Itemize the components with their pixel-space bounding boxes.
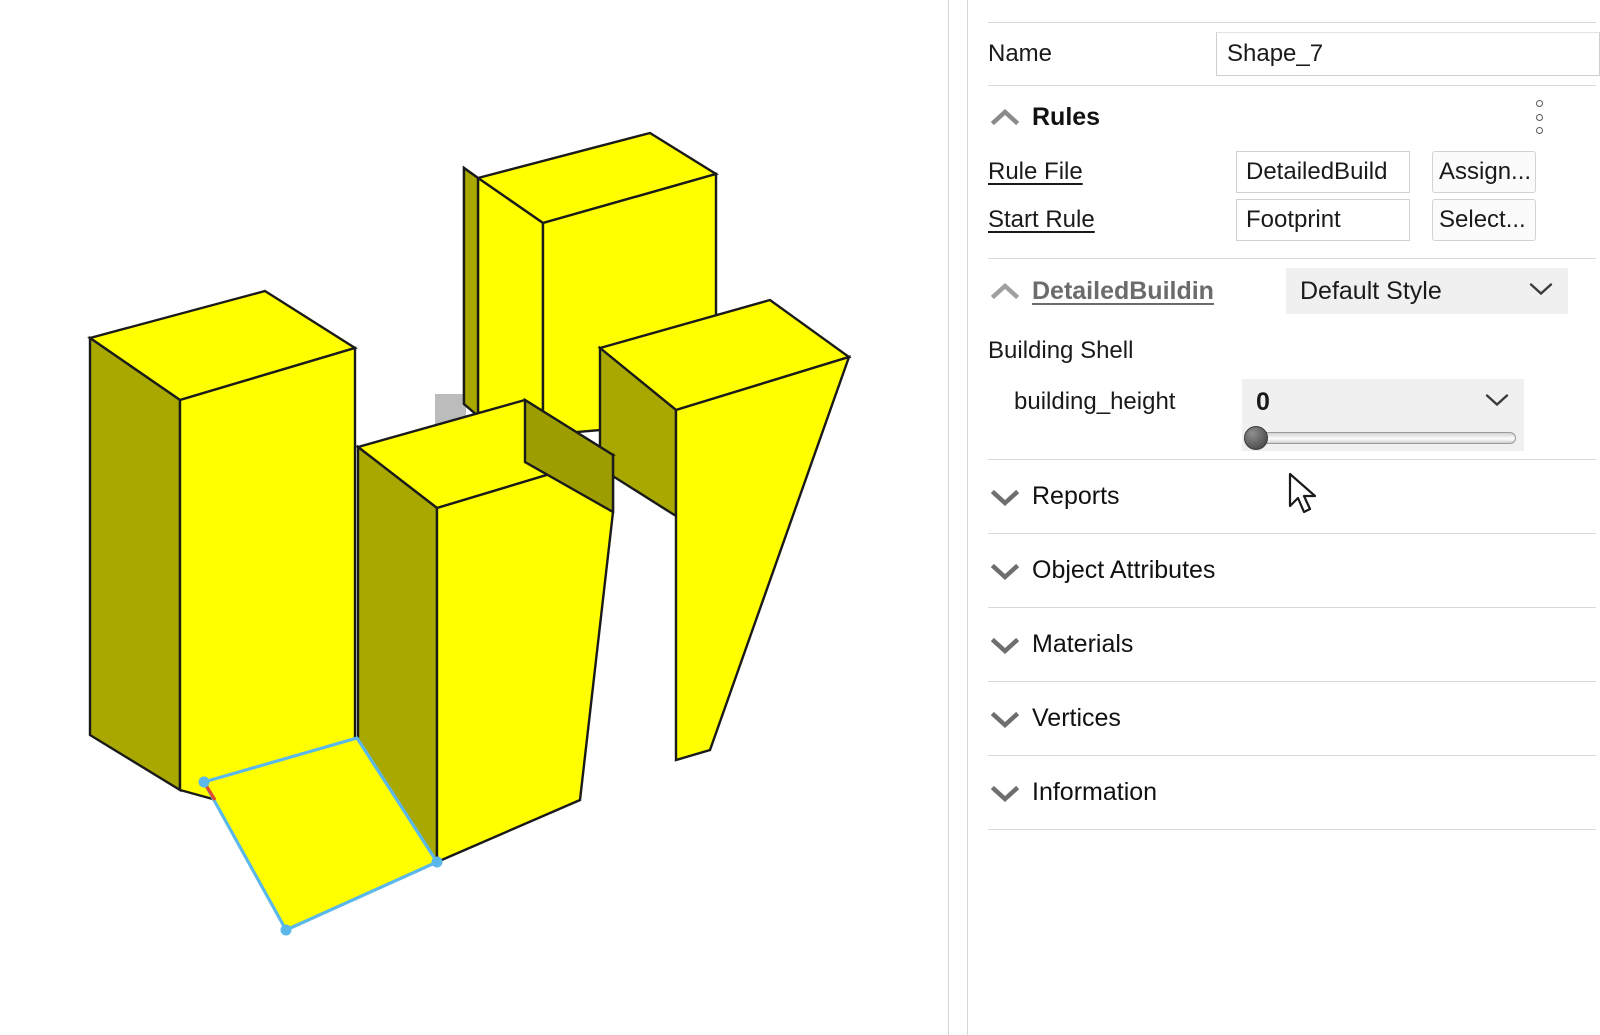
divider: [988, 829, 1596, 830]
slider-thumb[interactable]: [1244, 426, 1268, 450]
building-height-row: building_height 0: [968, 379, 1600, 453]
vertex-handle: [432, 857, 443, 868]
inspector-panel: Name Shape_7 Rules Rule File DetailedBui…: [968, 0, 1600, 1035]
rule-file-value[interactable]: DetailedBuild: [1236, 151, 1410, 193]
chevron-down-icon: [1484, 392, 1510, 413]
left-box-left: [90, 338, 180, 790]
center-block-front: [437, 455, 613, 862]
information-label: Information: [1032, 778, 1157, 807]
building-height-label: building_height: [988, 379, 1242, 425]
rule-file-label[interactable]: Rule File: [988, 158, 1236, 186]
building-height-value: 0: [1256, 388, 1270, 417]
right-slab-front: [676, 357, 849, 760]
vertices-label: Vertices: [1032, 704, 1121, 733]
name-row: Name Shape_7: [968, 23, 1600, 85]
chevron-down-icon[interactable]: [988, 554, 1022, 588]
chevron-up-icon[interactable]: [988, 100, 1022, 134]
building-height-control: 0: [1242, 379, 1524, 451]
chevron-down-icon[interactable]: [988, 628, 1022, 662]
chevron-down-icon[interactable]: [988, 480, 1022, 514]
vertex-handle: [281, 925, 292, 936]
start-rule-value[interactable]: Footprint: [1236, 199, 1410, 241]
sidebar-item-information[interactable]: Information: [968, 756, 1600, 829]
style-dropdown[interactable]: Default Style: [1286, 268, 1568, 314]
sidebar-item-reports[interactable]: Reports: [968, 460, 1600, 533]
3d-viewport[interactable]: .f { fill:#ffff00; stroke:#1a1a1a; strok…: [0, 0, 948, 1035]
select-button[interactable]: Select...: [1432, 199, 1536, 241]
vertex-handle: [199, 777, 210, 788]
rules-section-header[interactable]: Rules: [968, 86, 1600, 148]
rule-file-row: Rule File DetailedBuild Assign...: [968, 148, 1600, 196]
building-height-value-field[interactable]: 0: [1242, 379, 1524, 425]
rule-subsection-header[interactable]: DetailedBuildin Default Style: [968, 259, 1600, 323]
application-window: .f { fill:#ffff00; stroke:#1a1a1a; strok…: [0, 0, 1600, 1035]
style-dropdown-value: Default Style: [1300, 277, 1442, 306]
assign-button[interactable]: Assign...: [1432, 151, 1536, 193]
start-rule-row: Start Rule Footprint Select...: [968, 196, 1600, 244]
materials-label: Materials: [1032, 630, 1133, 659]
tower-back-side-shade: [464, 168, 478, 416]
start-rule-label[interactable]: Start Rule: [988, 206, 1236, 234]
building-height-slider[interactable]: [1242, 425, 1524, 451]
chevron-down-icon: [1528, 281, 1554, 302]
building-shell-group-label: Building Shell: [968, 323, 1600, 379]
reports-label: Reports: [1032, 482, 1120, 511]
rule-name-link[interactable]: DetailedBuildin: [1032, 277, 1286, 306]
tower-back-front-face: [478, 178, 543, 435]
sidebar-item-vertices[interactable]: Vertices: [968, 682, 1600, 755]
name-label: Name: [988, 40, 1216, 68]
sidebar-item-object-attributes[interactable]: Object Attributes: [968, 534, 1600, 607]
object-attributes-label: Object Attributes: [1032, 556, 1215, 585]
chevron-up-icon[interactable]: [988, 274, 1022, 308]
kebab-menu-icon[interactable]: [1530, 100, 1548, 134]
chevron-down-icon[interactable]: [988, 702, 1022, 736]
panel-divider-outer[interactable]: [948, 0, 949, 1035]
chevron-down-icon[interactable]: [988, 776, 1022, 810]
rules-title: Rules: [1032, 103, 1100, 132]
scene-canvas[interactable]: .f { fill:#ffff00; stroke:#1a1a1a; strok…: [0, 0, 948, 1035]
sidebar-item-materials[interactable]: Materials: [968, 608, 1600, 681]
name-input[interactable]: Shape_7: [1216, 32, 1600, 76]
slider-track[interactable]: [1252, 432, 1516, 444]
